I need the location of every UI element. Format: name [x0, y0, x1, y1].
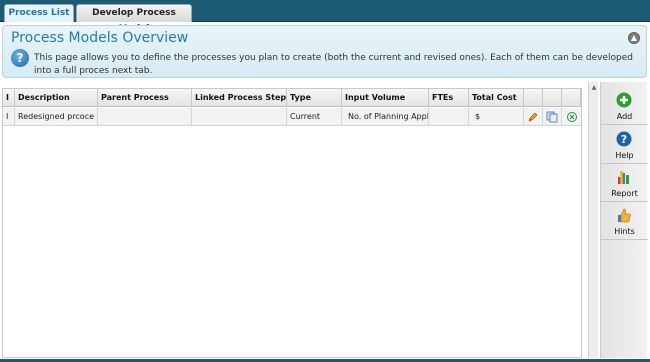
cell-total-cost[interactable]: $ — [469, 108, 524, 126]
report-button[interactable]: Report — [601, 165, 648, 202]
cell-description[interactable]: Redesigned prcoce — [15, 108, 98, 126]
tab-develop-process-model[interactable]: Develop Process Model — [76, 4, 192, 34]
cell-ftes[interactable] — [429, 108, 469, 126]
table-row[interactable]: I Redesigned prcoce Current No. of Plann… — [3, 108, 581, 126]
add-icon — [616, 92, 632, 108]
delete-icon[interactable] — [562, 108, 581, 126]
column-header-description[interactable]: Description — [15, 89, 98, 107]
column-header-indicator[interactable]: I — [3, 89, 15, 107]
column-header-input-volume[interactable]: Input Volume — [342, 89, 429, 107]
copy-icon[interactable] — [543, 108, 562, 126]
action-toolbar: Add ? Help Report Hints — [600, 82, 648, 358]
tab-process-list[interactable]: Process List — [4, 4, 74, 22]
add-button[interactable]: Add — [601, 88, 648, 125]
overview-panel: Process Models Overview ? This page allo… — [2, 25, 647, 78]
column-header-ftes[interactable]: FTEs — [429, 89, 469, 107]
page-title: Process Models Overview — [11, 30, 189, 46]
report-label: Report — [611, 189, 638, 198]
hints-label: Hints — [614, 227, 635, 236]
column-header-total-cost[interactable]: Total Cost — [469, 89, 524, 107]
thumbs-up-icon — [618, 208, 631, 223]
cell-input-volume[interactable]: No. of Planning Appl — [342, 108, 429, 126]
cell-linked-process-step[interactable] — [192, 108, 287, 126]
column-header-edit — [524, 89, 543, 107]
column-header-linked-process-step[interactable]: Linked Process Step — [192, 89, 287, 107]
overview-description: This page allows you to define the proce… — [34, 53, 633, 76]
info-icon: ? — [11, 49, 29, 67]
app-frame: Process List Develop Process Model Proce… — [0, 0, 650, 362]
process-grid: I Description Parent Process Linked Proc… — [2, 88, 582, 358]
report-icon — [618, 171, 629, 184]
cell-type[interactable]: Current — [287, 108, 342, 126]
help-icon: ? — [616, 131, 632, 147]
column-header-delete — [562, 89, 581, 107]
cell-parent-process[interactable] — [98, 108, 192, 126]
help-label: Help — [615, 151, 634, 160]
add-label: Add — [616, 112, 633, 121]
edit-icon[interactable] — [524, 108, 543, 126]
hints-button[interactable]: Hints — [601, 203, 648, 240]
tab-bar: Process List Develop Process Model — [0, 0, 650, 34]
help-button[interactable]: ? Help — [601, 127, 648, 164]
scroll-up-icon[interactable]: ▲ — [590, 84, 598, 92]
column-header-copy — [543, 89, 562, 107]
vertical-scrollbar[interactable]: ▲ — [588, 82, 598, 358]
row-indicator: I — [3, 108, 15, 126]
column-header-parent-process[interactable]: Parent Process — [98, 89, 192, 107]
column-header-type[interactable]: Type — [287, 89, 342, 107]
collapse-icon[interactable]: ▲ — [628, 32, 640, 44]
svg-text:?: ? — [621, 133, 627, 146]
grid-header: I Description Parent Process Linked Proc… — [3, 89, 581, 107]
